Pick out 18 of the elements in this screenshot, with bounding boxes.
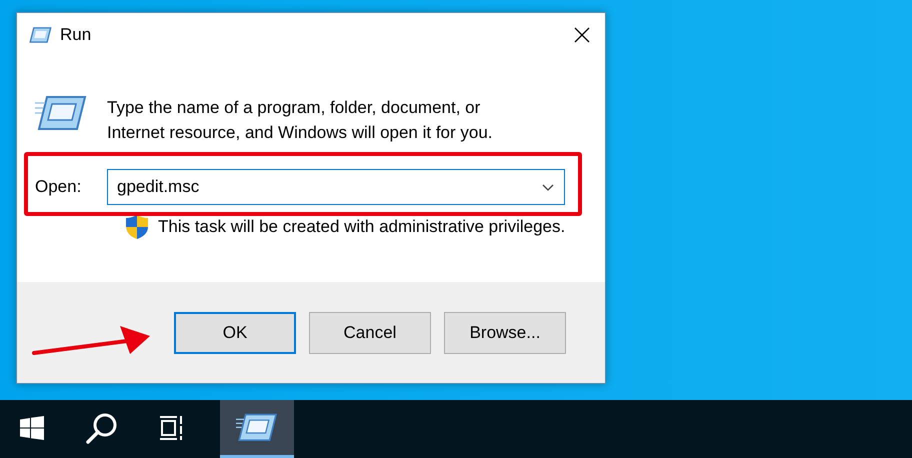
chevron-down-icon bbox=[542, 184, 554, 190]
open-label: Open: bbox=[35, 177, 82, 197]
search-icon bbox=[85, 410, 119, 444]
run-icon bbox=[35, 95, 87, 131]
dialog-button[interactable]: OK bbox=[174, 312, 296, 354]
window-title: Run bbox=[60, 25, 92, 45]
description-text: Type the name of a program, folder, document, or Internet resource, and Windows will open it for you. bbox=[107, 97, 494, 144]
task-view-icon bbox=[159, 414, 185, 440]
windows-logo-icon bbox=[20, 416, 44, 440]
shield-icon bbox=[125, 214, 149, 240]
close-icon bbox=[574, 27, 590, 43]
admin-note: This task will be created with administrative privileges. bbox=[158, 217, 566, 237]
dialog-button[interactable]: Cancel bbox=[309, 312, 431, 354]
taskbar-button[interactable] bbox=[220, 400, 294, 458]
run-icon bbox=[28, 27, 52, 43]
open-combo-box[interactable]: gpedit.msc bbox=[107, 169, 565, 205]
dialog-button[interactable]: Browse... bbox=[444, 312, 566, 354]
run-icon bbox=[236, 413, 278, 442]
